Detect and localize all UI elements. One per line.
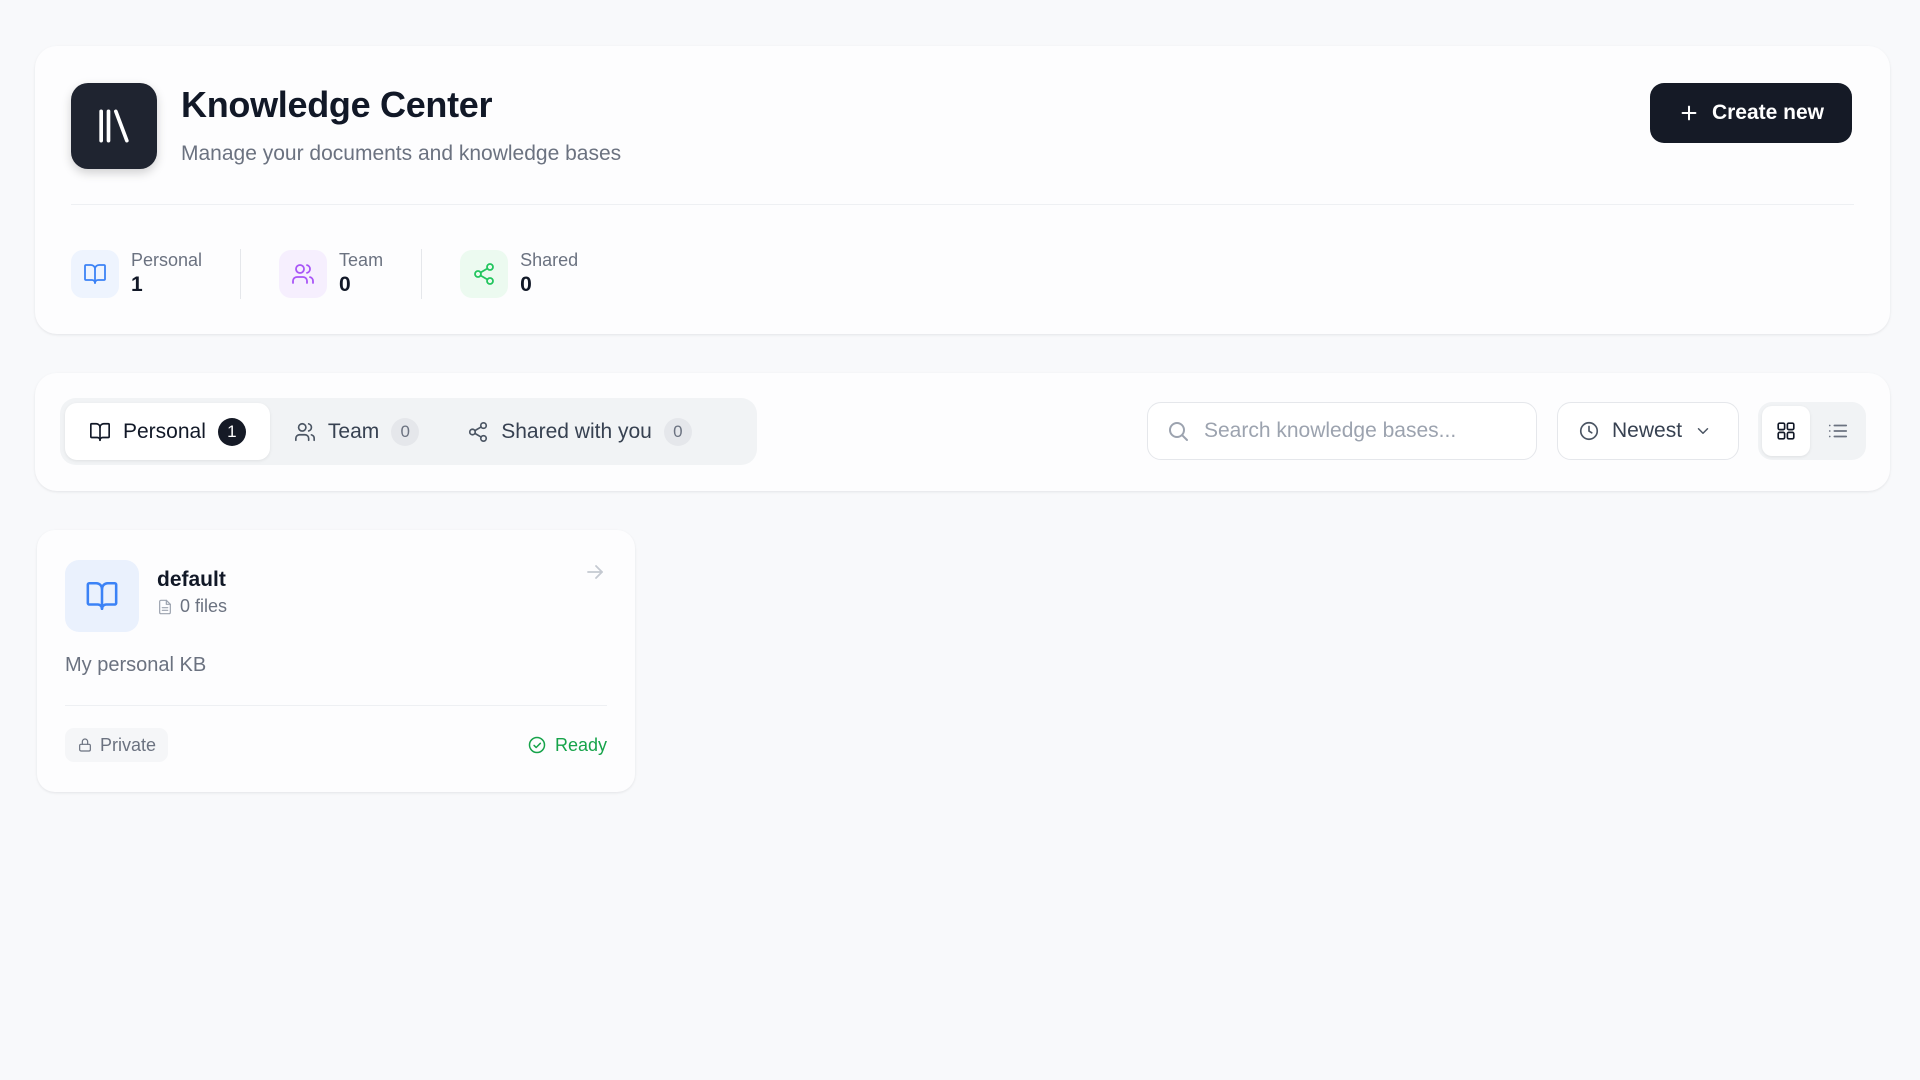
stats-row: Personal 1 Team 0 Shared 0 xyxy=(71,244,578,304)
kb-privacy-badge: Private xyxy=(65,728,169,762)
search-box xyxy=(1147,402,1537,460)
stat-label: Personal xyxy=(131,250,203,270)
search-input[interactable] xyxy=(1204,419,1504,443)
users-icon xyxy=(279,250,328,298)
stat-label: Shared xyxy=(520,250,579,270)
stat-value: 0 xyxy=(520,273,532,296)
book-icon xyxy=(71,250,119,298)
users-icon xyxy=(294,422,315,441)
kb-divider xyxy=(65,705,607,706)
clock-icon xyxy=(1579,421,1599,441)
library-icon xyxy=(71,83,157,169)
tab-shared-with-you[interactable]: Shared with you 0 xyxy=(443,403,716,460)
list-icon xyxy=(1828,424,1848,438)
kb-privacy-label: Private xyxy=(100,734,157,755)
tab-count-badge: 1 xyxy=(217,417,246,446)
stat-separator xyxy=(421,249,423,299)
file-icon xyxy=(159,599,171,614)
view-toggle xyxy=(1758,402,1866,460)
grid-view-button[interactable] xyxy=(1762,406,1810,456)
tab-team[interactable]: Team 0 xyxy=(270,403,443,460)
kb-status-badge: Ready xyxy=(527,728,607,762)
tab-label: Personal xyxy=(123,419,206,443)
stat-value: 0 xyxy=(339,273,351,296)
kb-files-label: 0 files xyxy=(180,596,228,616)
page-title: Knowledge Center xyxy=(181,84,493,125)
stat-separator xyxy=(240,249,242,299)
header-card: Knowledge Center Manage your documents a… xyxy=(35,46,1890,334)
stat-shared: Shared 0 xyxy=(460,249,578,299)
create-new-label: Create new xyxy=(1711,101,1825,124)
tab-label: Team xyxy=(327,419,380,443)
kb-name: default xyxy=(157,568,226,591)
tab-personal[interactable]: Personal 1 xyxy=(65,403,270,460)
toolbar-card: Personal 1 Team 0 Shared with you 0 Sear… xyxy=(35,373,1890,491)
sort-selected: Newest xyxy=(1612,419,1683,442)
search-icon xyxy=(1169,422,1188,441)
kb-description: My personal KB xyxy=(65,654,207,676)
knowledge-center-page: Knowledge Center Manage your documents a… xyxy=(0,0,1920,1080)
page-subtitle: Manage your documents and knowledge base… xyxy=(181,142,622,165)
stat-value: 1 xyxy=(131,273,143,296)
tab-label: Shared with you xyxy=(501,419,652,443)
tab-count-badge: 0 xyxy=(391,417,420,446)
kb-status-label: Ready xyxy=(554,734,607,755)
scope-tabs: Personal 1 Team 0 Shared with you 0 xyxy=(60,398,757,465)
arrow-right-icon[interactable] xyxy=(583,560,607,584)
share-icon xyxy=(460,250,509,298)
plus-icon xyxy=(1681,105,1697,121)
sort-dropdown[interactable]: Newest xyxy=(1557,402,1739,460)
lock-icon xyxy=(79,738,91,752)
header-divider xyxy=(71,204,1854,205)
stat-personal: Personal 1 xyxy=(71,249,202,299)
book-icon xyxy=(90,422,110,441)
grid-icon xyxy=(1777,422,1795,440)
share-icon xyxy=(469,421,488,442)
kb-file-count: 0 files xyxy=(157,596,227,617)
chevron-down-icon xyxy=(1697,428,1709,434)
stat-team: Team 0 xyxy=(279,249,383,299)
list-view-button[interactable] xyxy=(1814,406,1862,456)
check-circle-icon xyxy=(528,736,546,754)
book-icon xyxy=(65,560,139,632)
knowledge-base-card[interactable]: default 0 files My personal KB Private R… xyxy=(37,530,635,792)
tab-count-badge: 0 xyxy=(663,417,692,446)
stat-label: Team xyxy=(339,250,384,270)
create-new-button[interactable]: Create new xyxy=(1650,83,1852,143)
